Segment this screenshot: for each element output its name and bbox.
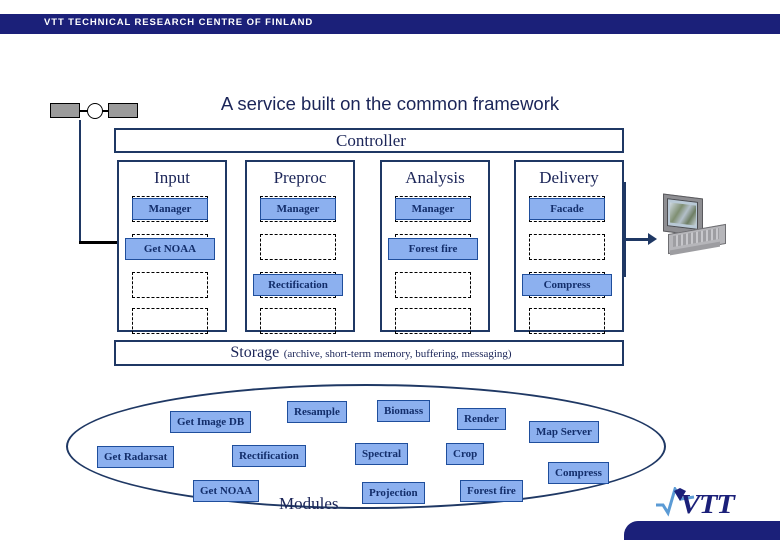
slot-placeholder (260, 308, 336, 334)
satellite-body (87, 103, 103, 119)
component-chip[interactable]: Forest fire (388, 238, 478, 260)
organization-title: VTT TECHNICAL RESEARCH CENTRE OF FINLAND (44, 17, 314, 28)
vtt-wordmark: VTT (680, 489, 735, 519)
component-chip[interactable]: Get NOAA (125, 238, 215, 260)
column-title: Delivery (539, 168, 599, 187)
component-chip[interactable]: Manager (132, 198, 208, 220)
satellite-connector-line (79, 120, 81, 243)
module-chip[interactable]: Get Radarsat (97, 446, 175, 468)
module-chip[interactable]: Map Server (529, 421, 599, 443)
column-analysis: Analysis Manager Forest fire (380, 160, 490, 334)
column-preproc: Preproc Manager Rectification (245, 160, 355, 334)
slot-placeholder (132, 308, 208, 334)
slot-placeholder (395, 308, 471, 334)
column-delivery: Delivery Facade Compress (514, 160, 624, 334)
slot-placeholder (132, 272, 208, 298)
slot-placeholder (395, 272, 471, 298)
slot-placeholder (529, 308, 605, 334)
component-chip[interactable]: Compress (522, 274, 612, 296)
laptop-screen (667, 198, 698, 230)
controller-box: Controller (114, 128, 624, 153)
module-chip[interactable]: Get Image DB (170, 411, 252, 433)
module-chip[interactable]: Compress (548, 462, 609, 484)
arrow-right-icon (648, 233, 657, 245)
module-chip[interactable]: Forest fire (460, 480, 523, 502)
module-chip[interactable]: Resample (287, 401, 347, 423)
component-chip[interactable]: Rectification (253, 274, 343, 296)
component-chip[interactable]: Facade (529, 198, 605, 220)
laptop-icon (660, 193, 730, 258)
storage-title: Storage (230, 344, 280, 361)
modules-label: Modules (279, 494, 339, 513)
slide-canvas: VTT TECHNICAL RESEARCH CENTRE OF FINLAND… (0, 0, 780, 540)
footer-bar (624, 521, 780, 540)
module-chip[interactable]: Spectral (355, 443, 409, 465)
delivery-output-line (624, 182, 626, 277)
column-title: Analysis (405, 168, 465, 187)
module-chip[interactable]: Get NOAA (193, 480, 260, 502)
module-chip[interactable]: Biomass (377, 400, 431, 422)
component-chip[interactable]: Manager (260, 198, 336, 220)
component-chip[interactable]: Manager (395, 198, 471, 220)
slot-placeholder (529, 234, 605, 260)
storage-box: Storage (archive, short-term memory, buf… (114, 340, 624, 366)
satellite-panel-left (50, 103, 80, 118)
vtt-logo: VTT (654, 485, 764, 521)
satellite-panel-right (108, 103, 138, 118)
module-chip[interactable]: Crop (446, 443, 485, 465)
module-chip[interactable]: Render (457, 408, 506, 430)
storage-subtitle: (archive, short-term memory, buffering, … (283, 348, 512, 360)
satellite-icon (50, 100, 142, 122)
slot-placeholder (260, 234, 336, 260)
column-input: Input Manager Get NOAA (117, 160, 227, 334)
module-chip[interactable]: Rectification (232, 445, 306, 467)
column-title: Input (154, 168, 190, 187)
controller-label: Controller (336, 131, 406, 150)
module-chip[interactable]: Projection (362, 482, 425, 504)
column-title: Preproc (273, 168, 327, 187)
